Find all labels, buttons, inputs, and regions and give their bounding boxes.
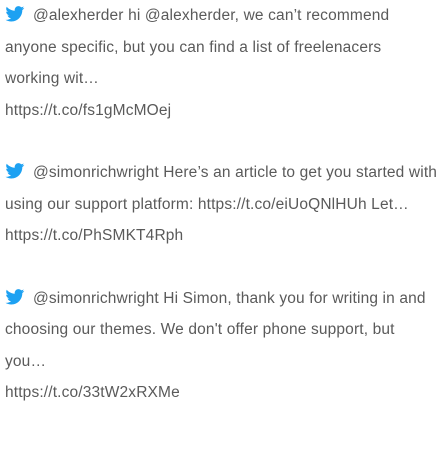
tweet-link[interactable]: https://t.co/33tW2xRXMe bbox=[5, 377, 439, 409]
tweet-link[interactable]: https://t.co/PhSMKT4Rph bbox=[5, 220, 439, 252]
tweet-item: @alexherder hi @alexherder, we can’t rec… bbox=[5, 0, 439, 126]
twitter-bird-icon bbox=[5, 288, 25, 305]
tweet-item: @simonrichwright Hi Simon, thank you for… bbox=[5, 283, 439, 409]
tweet-feed: @alexherder hi @alexherder, we can’t rec… bbox=[0, 0, 444, 409]
tweet-text: @simonrichwright Hi Simon, thank you for… bbox=[5, 289, 426, 370]
twitter-bird-icon bbox=[5, 163, 25, 179]
tweet-text: @simonrichwright Here’s an article to ge… bbox=[5, 164, 438, 213]
twitter-bird-icon bbox=[5, 6, 25, 22]
tweet-text: @alexherder hi @alexherder, we can’t rec… bbox=[5, 7, 390, 87]
tweet-link[interactable]: https://t.co/fs1gMcMOej bbox=[5, 95, 439, 127]
tweet-item: @simonrichwright Here’s an article to ge… bbox=[5, 157, 439, 252]
